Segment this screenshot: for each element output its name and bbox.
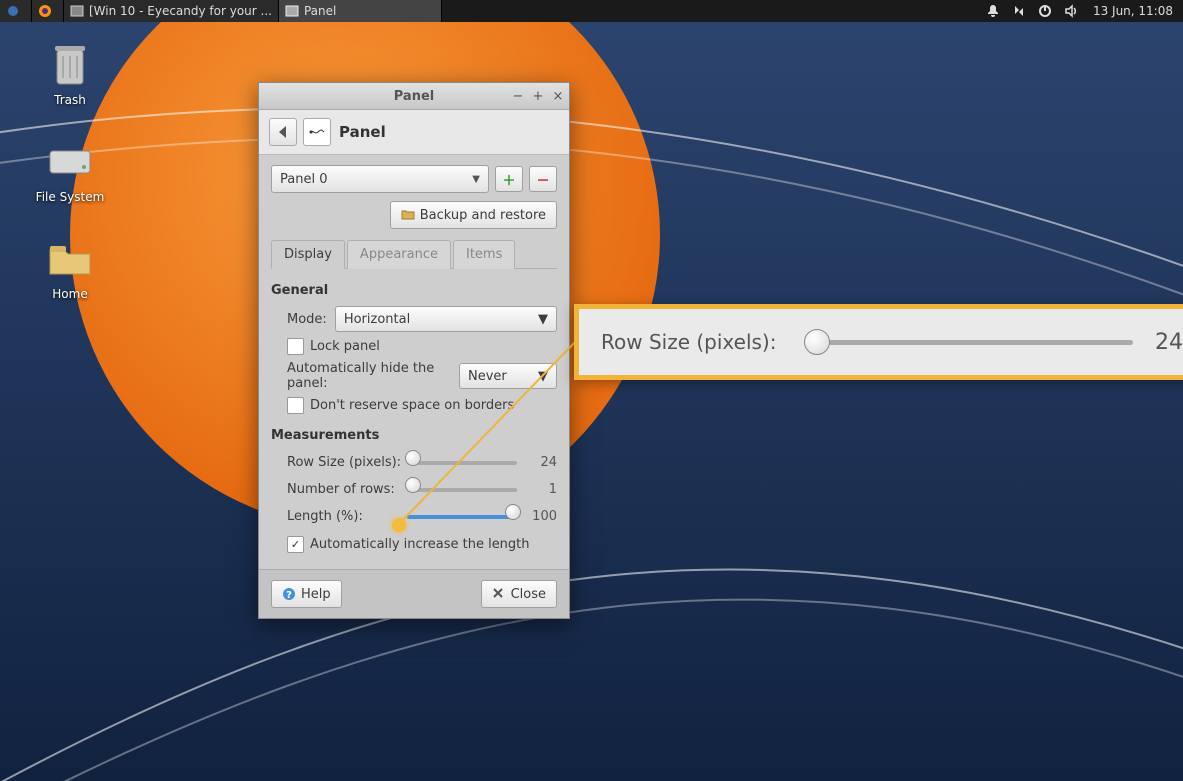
length-label: Length (%):: [287, 509, 407, 524]
help-button[interactable]: ? Help: [271, 580, 342, 608]
back-button[interactable]: [269, 118, 297, 146]
autohide-value: Never: [468, 369, 507, 384]
reserve-space-label: Don't reserve space on borders: [310, 398, 514, 413]
tab-items[interactable]: Items: [453, 240, 515, 269]
close-button[interactable]: Close: [481, 580, 557, 608]
xfce-logo-icon: [6, 4, 20, 18]
panel-preferences-dialog: Panel − + × Panel Panel 0 ▼ ＋ －: [258, 82, 570, 619]
dialog-footer: ? Help Close: [259, 569, 569, 618]
checkbox-icon: [287, 397, 304, 414]
network-icon[interactable]: [1011, 3, 1027, 19]
close-icon: [492, 587, 506, 601]
callout-label: Row Size (pixels):: [601, 330, 776, 354]
add-panel-button[interactable]: ＋: [495, 166, 523, 192]
chevron-down-icon: ▼: [538, 312, 548, 327]
clock[interactable]: 13 Jun, 11:08: [1089, 4, 1173, 18]
numrows-slider[interactable]: [407, 483, 517, 497]
panel-select-value: Panel 0: [280, 172, 327, 187]
tabs: Display Appearance Items: [271, 239, 557, 269]
panel-selector[interactable]: Panel 0 ▼: [271, 165, 489, 193]
taskbar-item-panel[interactable]: Panel: [279, 0, 442, 22]
window-icon: [70, 4, 84, 18]
backup-label: Backup and restore: [420, 208, 546, 223]
slider-thumb[interactable]: [405, 450, 421, 466]
svg-text:?: ?: [286, 590, 292, 601]
chevron-down-icon: ▼: [538, 369, 548, 384]
autoinc-label: Automatically increase the length: [310, 537, 530, 552]
tab-display[interactable]: Display: [271, 240, 345, 269]
reserve-space-checkbox[interactable]: Don't reserve space on borders: [287, 397, 557, 414]
desktop-icon-home[interactable]: Home: [20, 234, 120, 301]
trash-icon: [46, 40, 94, 88]
top-panel: [Win 10 - Eyecandy for your ... Panel 13…: [0, 0, 1183, 22]
window-title: Panel: [394, 89, 434, 104]
taskbar-label: Panel: [304, 4, 336, 18]
numrows-label: Number of rows:: [287, 482, 407, 497]
mode-label: Mode:: [287, 312, 327, 327]
maximize-button[interactable]: +: [531, 89, 545, 103]
folder-icon: [46, 234, 94, 282]
callout-value: 24: [1155, 330, 1183, 355]
callout-slider[interactable]: [806, 330, 1133, 354]
dialog-title: Panel: [339, 123, 386, 141]
checkbox-checked-icon: ✓: [287, 536, 304, 553]
close-label: Close: [511, 587, 546, 602]
drive-icon: [46, 137, 94, 185]
length-value: 100: [525, 509, 557, 524]
dialog-header: Panel: [259, 110, 569, 155]
length-slider[interactable]: [407, 510, 517, 524]
desktop-icon-filesystem[interactable]: File System: [20, 137, 120, 204]
volume-icon[interactable]: [1063, 3, 1079, 19]
taskbar: [Win 10 - Eyecandy for your ... Panel: [0, 0, 442, 22]
firefox-icon: [38, 4, 52, 18]
slider-thumb[interactable]: [804, 329, 830, 355]
slider-thumb[interactable]: [505, 504, 521, 520]
callout-rowsize: Row Size (pixels): 24: [574, 304, 1183, 380]
dialog-body: Panel 0 ▼ ＋ － Backup and restore Display…: [259, 155, 569, 569]
section-general: General: [271, 283, 557, 298]
lock-panel-label: Lock panel: [310, 339, 380, 354]
desktop: [Win 10 - Eyecandy for your ... Panel 13…: [0, 0, 1183, 781]
firefox-launcher[interactable]: [32, 0, 64, 22]
backup-restore-button[interactable]: Backup and restore: [390, 201, 557, 229]
desktop-icon-label: File System: [20, 190, 120, 204]
titlebar[interactable]: Panel − + ×: [259, 83, 569, 110]
checkbox-icon: [287, 338, 304, 355]
rowsize-slider[interactable]: [407, 456, 517, 470]
callout-origin-dot: [392, 518, 406, 532]
autoinc-checkbox[interactable]: ✓ Automatically increase the length: [287, 536, 557, 553]
window-icon: [285, 4, 299, 18]
rowsize-value: 24: [525, 455, 557, 470]
section-measurements: Measurements: [271, 428, 557, 443]
tab-appearance[interactable]: Appearance: [347, 240, 451, 269]
numrows-value: 1: [525, 482, 557, 497]
slider-thumb[interactable]: [405, 477, 421, 493]
panel-icon: [303, 118, 331, 146]
desktop-icons: Trash File System Home: [20, 40, 120, 331]
taskbar-label: [Win 10 - Eyecandy for your ...: [89, 4, 272, 18]
mode-select[interactable]: Horizontal ▼: [335, 306, 557, 332]
desktop-icon-trash[interactable]: Trash: [20, 40, 120, 107]
rowsize-label: Row Size (pixels):: [287, 455, 407, 470]
minimize-button[interactable]: −: [511, 89, 525, 103]
taskbar-item-browser[interactable]: [Win 10 - Eyecandy for your ...: [64, 0, 279, 22]
desktop-icon-label: Trash: [20, 93, 120, 107]
close-window-button[interactable]: ×: [551, 89, 565, 103]
folder-icon: [401, 208, 415, 222]
mode-value: Horizontal: [344, 312, 410, 327]
power-icon[interactable]: [1037, 3, 1053, 19]
remove-panel-button[interactable]: －: [529, 166, 557, 192]
help-label: Help: [301, 587, 331, 602]
lock-panel-checkbox[interactable]: Lock panel: [287, 338, 557, 355]
autohide-select[interactable]: Never ▼: [459, 363, 557, 389]
desktop-icon-label: Home: [20, 287, 120, 301]
system-tray: 13 Jun, 11:08: [985, 3, 1183, 19]
app-menu-xfce[interactable]: [0, 0, 32, 22]
chevron-down-icon: ▼: [472, 174, 480, 185]
autohide-label: Automatically hide the panel:: [287, 361, 451, 391]
notification-icon[interactable]: [985, 3, 1001, 19]
help-icon: ?: [282, 587, 296, 601]
